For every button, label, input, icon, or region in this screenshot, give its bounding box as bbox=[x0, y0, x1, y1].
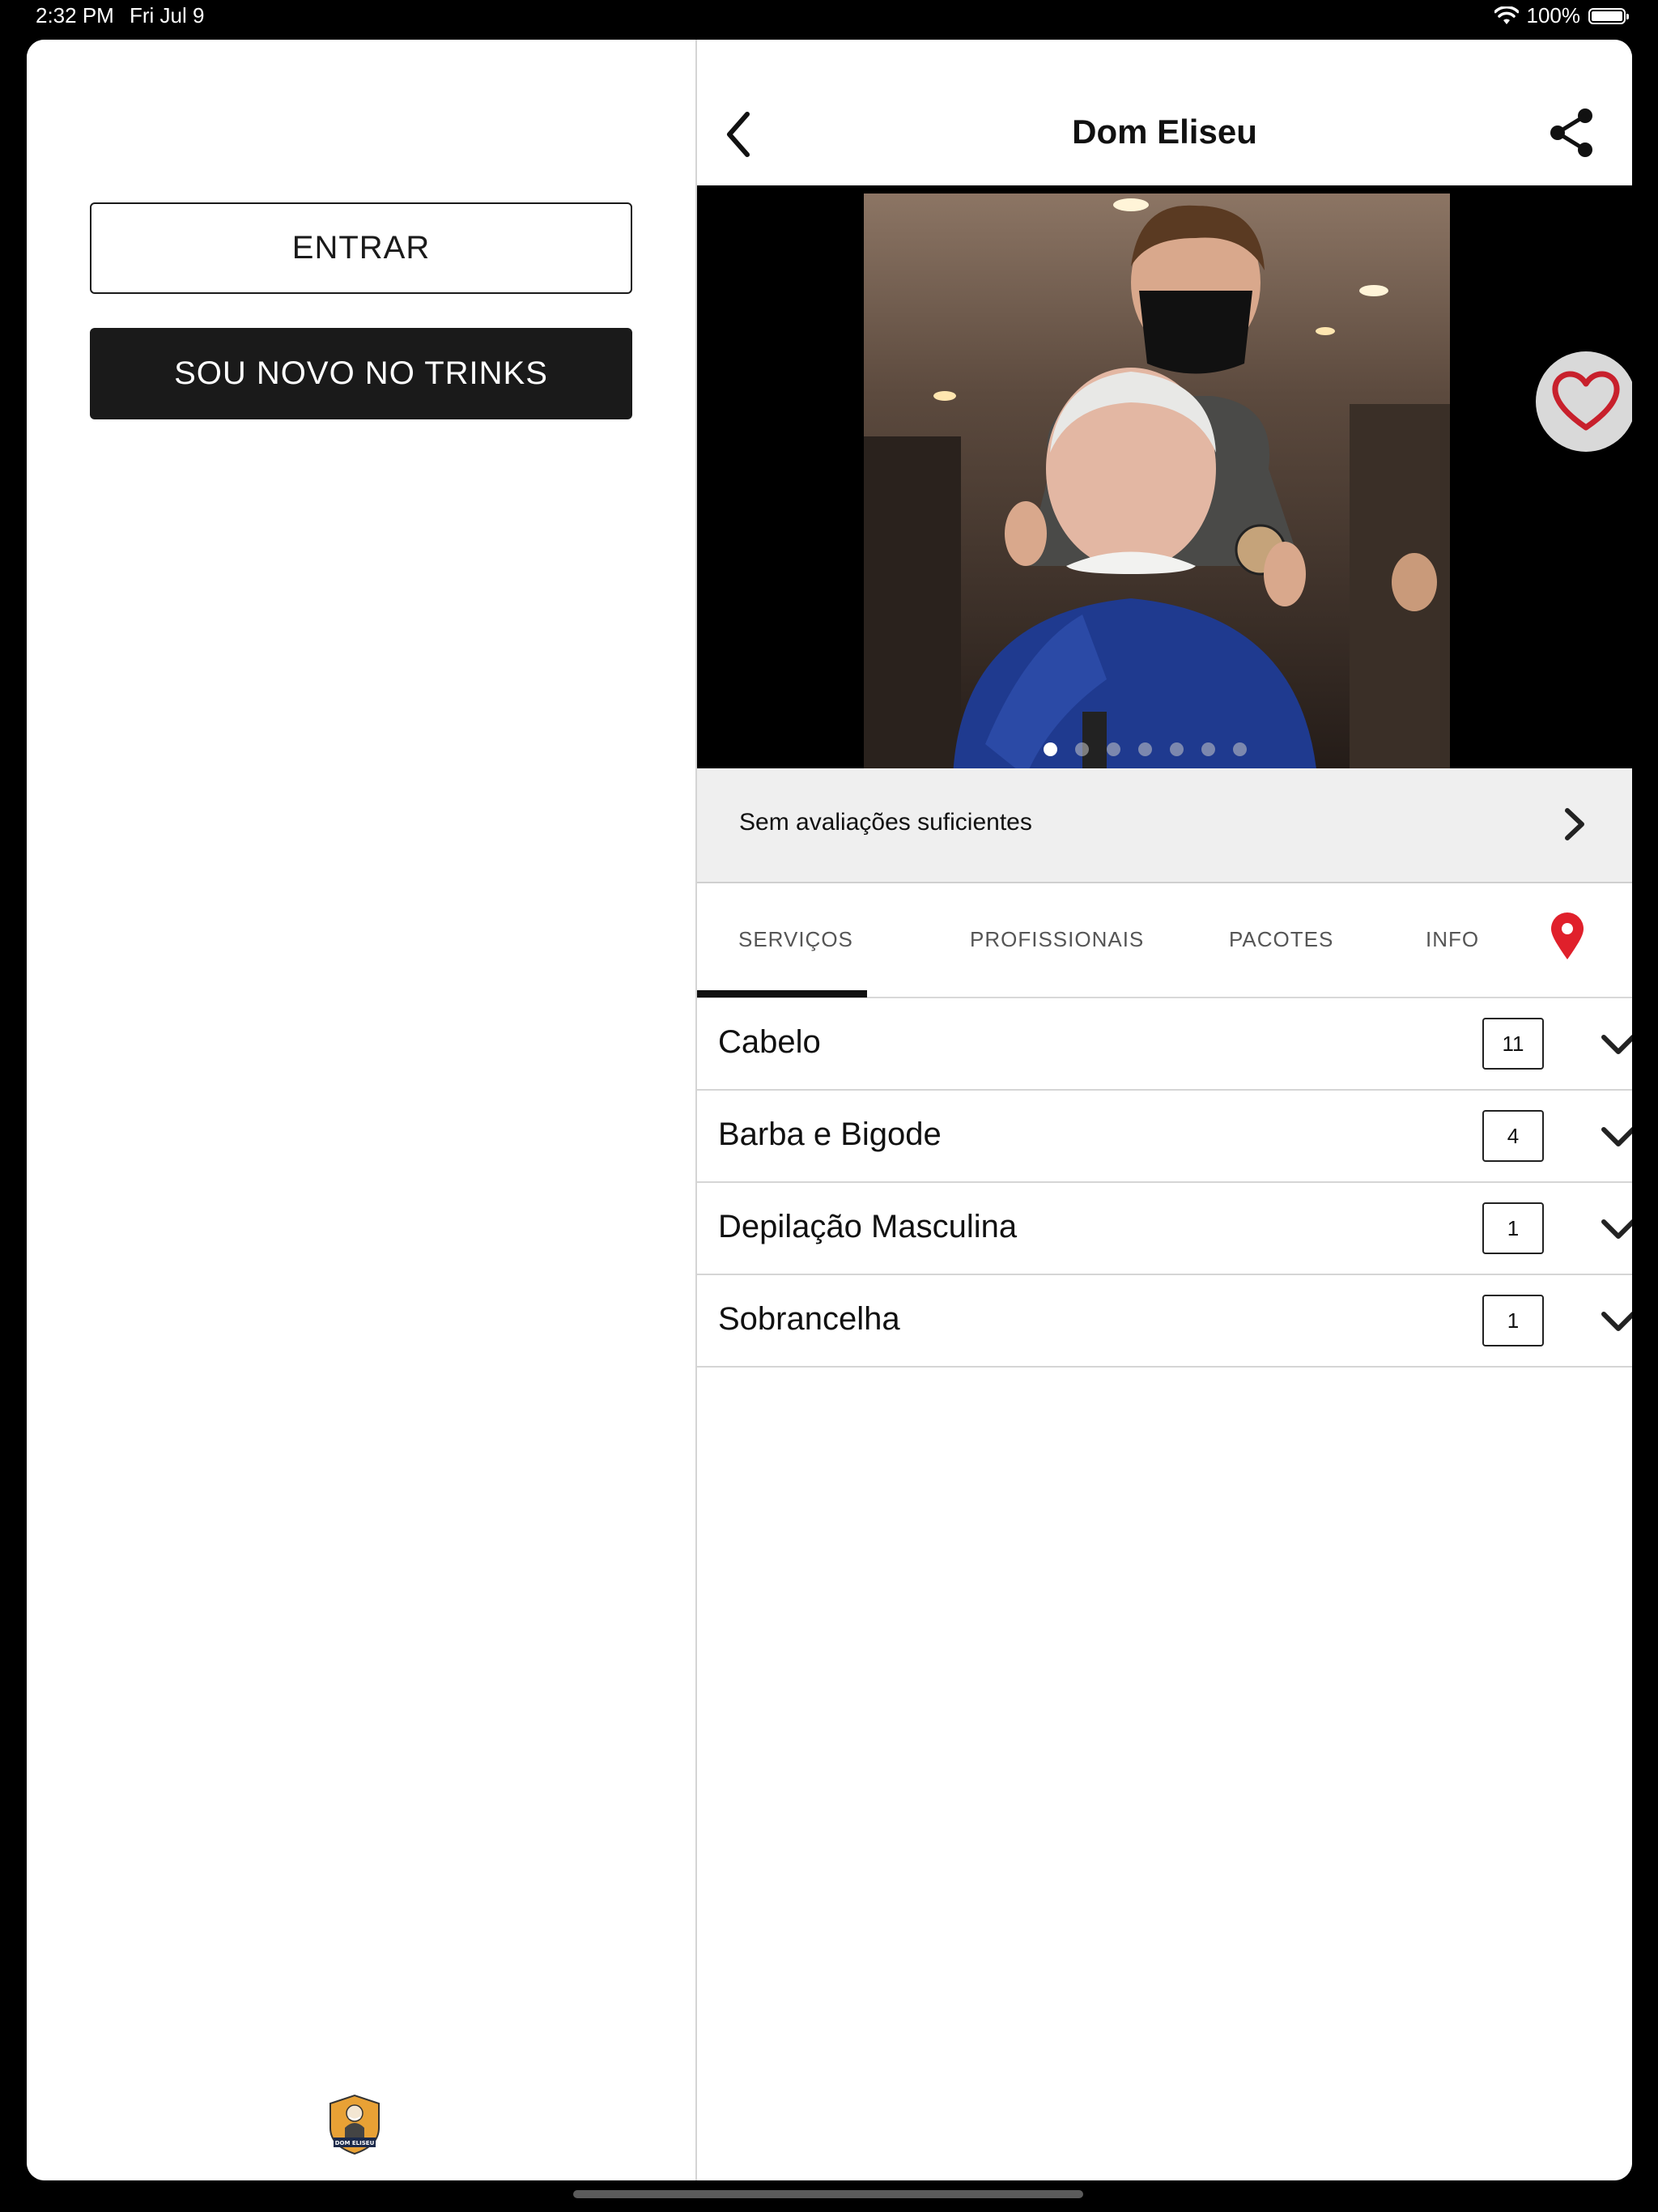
page-dot[interactable] bbox=[1138, 742, 1152, 756]
status-indicators: 100% bbox=[1494, 3, 1629, 28]
svg-text:DOM ELISEU: DOM ELISEU bbox=[335, 2140, 375, 2146]
category-count-badge: 11 bbox=[1482, 1018, 1544, 1070]
favorite-button[interactable] bbox=[1536, 351, 1632, 452]
map-pin-icon[interactable] bbox=[1550, 912, 1585, 961]
status-time: 2:32 PM bbox=[36, 3, 114, 28]
nav-bar: Dom Eliseu bbox=[697, 80, 1632, 185]
category-name: Sobrancelha bbox=[718, 1301, 900, 1337]
tab-servicos[interactable]: SERVIÇOS bbox=[738, 927, 853, 952]
category-name: Barba e Bigode bbox=[718, 1117, 942, 1152]
category-name: Cabelo bbox=[718, 1024, 821, 1060]
share-icon[interactable] bbox=[1543, 104, 1600, 161]
chevron-down-icon[interactable] bbox=[1601, 1031, 1632, 1058]
category-count-badge: 1 bbox=[1482, 1202, 1544, 1254]
category-name: Depilação Masculina bbox=[718, 1209, 1018, 1244]
salon-photo[interactable] bbox=[864, 194, 1450, 768]
app-screen: ENTRAR SOU NOVO NO TRINKS DOM ELISEU Dom… bbox=[27, 40, 1632, 2180]
reviews-label: Sem avaliações suficientes bbox=[739, 809, 1032, 836]
tab-profissionais[interactable]: PROFISSIONAIS bbox=[970, 927, 1144, 952]
reviews-row[interactable]: Sem avaliações suficientes bbox=[697, 768, 1632, 883]
category-count-badge: 1 bbox=[1482, 1295, 1544, 1346]
heart-icon bbox=[1552, 371, 1620, 431]
gallery-page-indicator bbox=[678, 742, 1613, 756]
tab-pacotes[interactable]: PACOTES bbox=[1229, 927, 1333, 952]
page-dot[interactable] bbox=[1233, 742, 1247, 756]
dom-eliseu-logo: DOM ELISEU bbox=[329, 2094, 380, 2155]
page-dot[interactable] bbox=[1107, 742, 1120, 756]
category-row[interactable]: Cabelo 11 bbox=[697, 998, 1632, 1091]
status-bar: 2:32 PM Fri Jul 9 100% bbox=[0, 0, 1658, 32]
battery-icon bbox=[1588, 7, 1629, 24]
chevron-down-icon[interactable] bbox=[1601, 1215, 1632, 1243]
auth-pane: ENTRAR SOU NOVO NO TRINKS DOM ELISEU bbox=[27, 40, 695, 2180]
category-count-badge: 4 bbox=[1482, 1110, 1544, 1162]
tab-info[interactable]: INFO bbox=[1426, 927, 1479, 952]
status-date: Fri Jul 9 bbox=[130, 3, 205, 28]
page-dot[interactable] bbox=[1201, 742, 1215, 756]
page-dot[interactable] bbox=[1075, 742, 1089, 756]
salon-detail-pane: Dom Eliseu Sem avaliações suficientes SE… bbox=[697, 40, 1632, 2180]
chevron-down-icon[interactable] bbox=[1601, 1308, 1632, 1335]
tab-bar: SERVIÇOS PROFISSIONAIS PACOTES INFO bbox=[697, 883, 1632, 998]
battery-percent: 100% bbox=[1526, 3, 1581, 28]
chevron-right-icon bbox=[1565, 808, 1584, 840]
chevron-down-icon[interactable] bbox=[1601, 1123, 1632, 1151]
category-row[interactable]: Barba e Bigode 4 bbox=[697, 1091, 1632, 1183]
photo-gallery[interactable] bbox=[697, 185, 1632, 768]
category-row[interactable]: Depilação Masculina 1 bbox=[697, 1183, 1632, 1275]
home-indicator[interactable] bbox=[573, 2190, 1083, 2198]
page-dot[interactable] bbox=[1044, 742, 1057, 756]
signup-button[interactable]: SOU NOVO NO TRINKS bbox=[90, 328, 632, 419]
login-button[interactable]: ENTRAR bbox=[90, 202, 632, 294]
tab-active-indicator bbox=[697, 990, 867, 998]
page-dot[interactable] bbox=[1170, 742, 1184, 756]
page-title: Dom Eliseu bbox=[1072, 113, 1257, 151]
category-row[interactable]: Sobrancelha 1 bbox=[697, 1275, 1632, 1368]
wifi-icon bbox=[1494, 6, 1519, 24]
